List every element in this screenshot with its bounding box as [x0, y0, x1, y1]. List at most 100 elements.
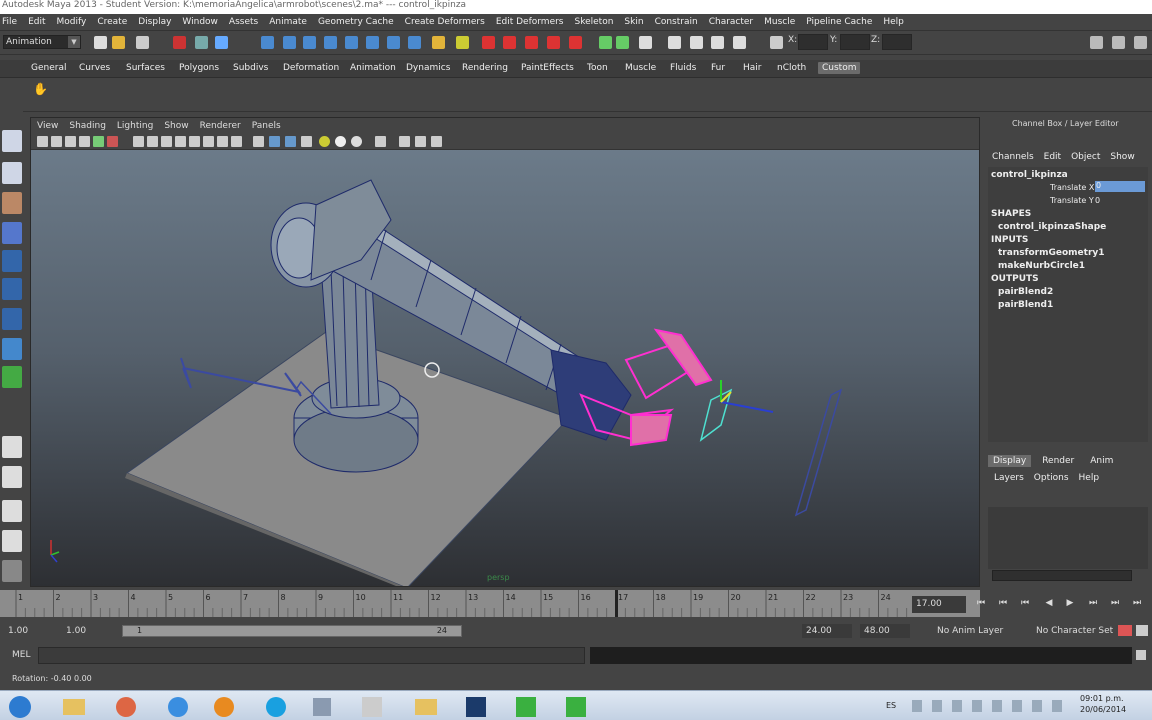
go-to-end-icon[interactable]: ⏭: [1130, 598, 1144, 611]
shelf-tab-ncloth[interactable]: nCloth: [777, 63, 806, 73]
all-lights-icon[interactable]: [319, 136, 330, 147]
history-icon[interactable]: [366, 36, 379, 49]
menu-window[interactable]: Window: [182, 17, 218, 27]
resolution-gate-icon[interactable]: [133, 136, 144, 147]
attr-translate-x-value[interactable]: 0: [1095, 181, 1145, 192]
input-line-icon[interactable]: [599, 36, 612, 49]
camera-attr-icon[interactable]: [51, 136, 62, 147]
current-frame-field[interactable]: 17.00: [912, 596, 966, 613]
media-player-icon[interactable]: [204, 694, 244, 719]
x-field[interactable]: [798, 34, 828, 50]
xray-joints-icon[interactable]: [285, 136, 296, 147]
menu-help[interactable]: Help: [883, 17, 904, 27]
default-light-icon[interactable]: [301, 136, 312, 147]
script-editor-icon[interactable]: [1136, 650, 1146, 660]
layout-graph-icon[interactable]: [2, 560, 22, 582]
playback-end-field[interactable]: 24.00: [802, 624, 852, 638]
menu-animate[interactable]: Animate: [269, 17, 307, 27]
shelf-tab-polygons[interactable]: Polygons: [179, 63, 219, 73]
camera-select-icon[interactable]: [37, 136, 48, 147]
menu-edit[interactable]: Edit: [28, 17, 45, 27]
mode-selector[interactable]: Animation ▼: [3, 35, 81, 49]
vp-menu-renderer[interactable]: Renderer: [200, 121, 241, 131]
end-time-field[interactable]: 48.00: [860, 624, 910, 638]
shelf-tab-fur[interactable]: Fur: [711, 63, 725, 73]
menu-edit-deformers[interactable]: Edit Deformers: [496, 17, 564, 27]
clock-date[interactable]: 20/06/2014: [1080, 705, 1126, 714]
render-icon[interactable]: [456, 36, 469, 49]
smooth-shade-icon[interactable]: [217, 136, 228, 147]
skype-icon[interactable]: [256, 694, 296, 719]
soft-mod-icon[interactable]: [2, 338, 22, 360]
select-tool-icon[interactable]: [2, 130, 22, 152]
folder-icon[interactable]: [406, 694, 446, 719]
shelf-tab-painteffects[interactable]: PaintEffects: [521, 63, 574, 73]
camera-lock-icon[interactable]: [415, 136, 426, 147]
layer-tab-render[interactable]: Render: [1037, 455, 1079, 467]
render-region-icon[interactable]: [569, 36, 582, 49]
shelf-tab-deformation[interactable]: Deformation: [283, 63, 339, 73]
output-node[interactable]: pairBlend2: [998, 287, 1053, 297]
safe-action-icon[interactable]: [175, 136, 186, 147]
photoshop-icon[interactable]: [456, 694, 496, 719]
menu-modify[interactable]: Modify: [57, 17, 87, 27]
cb-menu-edit[interactable]: Edit: [1044, 152, 1061, 162]
z-field[interactable]: [882, 34, 912, 50]
step-back-icon[interactable]: ⏮: [996, 598, 1010, 611]
ambient-occlusion-icon[interactable]: [431, 136, 442, 147]
language-indicator[interactable]: ES: [886, 701, 896, 710]
paint-select-icon[interactable]: [2, 192, 22, 214]
layout-outliner-icon[interactable]: [2, 530, 22, 552]
cb-menu-object[interactable]: Object: [1071, 152, 1100, 162]
camtasia-icon[interactable]: [506, 694, 546, 719]
y-field[interactable]: [840, 34, 870, 50]
shelf-tab-toon[interactable]: Toon: [587, 63, 608, 73]
vp-menu-lighting[interactable]: Lighting: [117, 121, 153, 131]
shelf-tab-curves[interactable]: Curves: [79, 63, 110, 73]
anim-layer-selector[interactable]: No Anim Layer: [933, 624, 1003, 638]
input-node[interactable]: transformGeometry1: [998, 248, 1105, 258]
shelf-tab-subdivs[interactable]: Subdivs: [233, 63, 268, 73]
isolate-select-icon[interactable]: [375, 136, 386, 147]
shape-node[interactable]: control_ikpinzaShape: [998, 222, 1106, 232]
shelf-tab-custom[interactable]: Custom: [818, 62, 861, 74]
scale-tool-icon[interactable]: [2, 278, 22, 300]
hud-icon[interactable]: [399, 136, 410, 147]
current-time-marker[interactable]: [615, 590, 618, 617]
menu-skin[interactable]: Skin: [624, 17, 643, 27]
select-component-icon[interactable]: [215, 36, 228, 49]
layer-menu-layers[interactable]: Layers: [994, 473, 1024, 483]
menu-character[interactable]: Character: [709, 17, 753, 27]
lock-icon[interactable]: [432, 36, 445, 49]
wireframe-on-shaded-icon[interactable]: [253, 136, 264, 147]
layer-tab-anim[interactable]: Anim: [1085, 455, 1118, 467]
panel-toggle-icon[interactable]: [1112, 36, 1125, 49]
render-view-icon[interactable]: [547, 36, 560, 49]
texture-icon[interactable]: [351, 136, 362, 147]
snap-plane-icon[interactable]: [324, 36, 337, 49]
input-field-icon[interactable]: [616, 36, 629, 49]
internet-explorer-icon[interactable]: [158, 694, 198, 719]
go-to-start-icon[interactable]: ⏮: [974, 598, 988, 611]
menu-muscle[interactable]: Muscle: [764, 17, 795, 27]
safe-title-icon[interactable]: [189, 136, 200, 147]
help-icon[interactable]: [408, 36, 421, 49]
move-tool-icon[interactable]: [2, 222, 22, 244]
playback-start-field[interactable]: 1.00: [62, 624, 102, 638]
shelf-tool-icon[interactable]: ✋: [33, 82, 48, 96]
shelf-tab-fluids[interactable]: Fluids: [670, 63, 696, 73]
menu-create-deformers[interactable]: Create Deformers: [405, 17, 485, 27]
vp-menu-view[interactable]: View: [37, 121, 58, 131]
xray-icon[interactable]: [269, 136, 280, 147]
attribute-editor-icon[interactable]: [668, 36, 681, 49]
menu-geometry-cache[interactable]: Geometry Cache: [318, 17, 394, 27]
open-scene-icon[interactable]: [112, 36, 125, 49]
play-backwards-icon[interactable]: ◀: [1042, 598, 1056, 611]
menu-file[interactable]: File: [2, 17, 17, 27]
menu-create[interactable]: Create: [97, 17, 127, 27]
construction-icon[interactable]: [387, 36, 400, 49]
ipr-render-icon[interactable]: [482, 36, 495, 49]
rotate-tool-icon[interactable]: [2, 250, 22, 272]
shadows-icon[interactable]: [335, 136, 346, 147]
menu-assets[interactable]: Assets: [229, 17, 258, 27]
